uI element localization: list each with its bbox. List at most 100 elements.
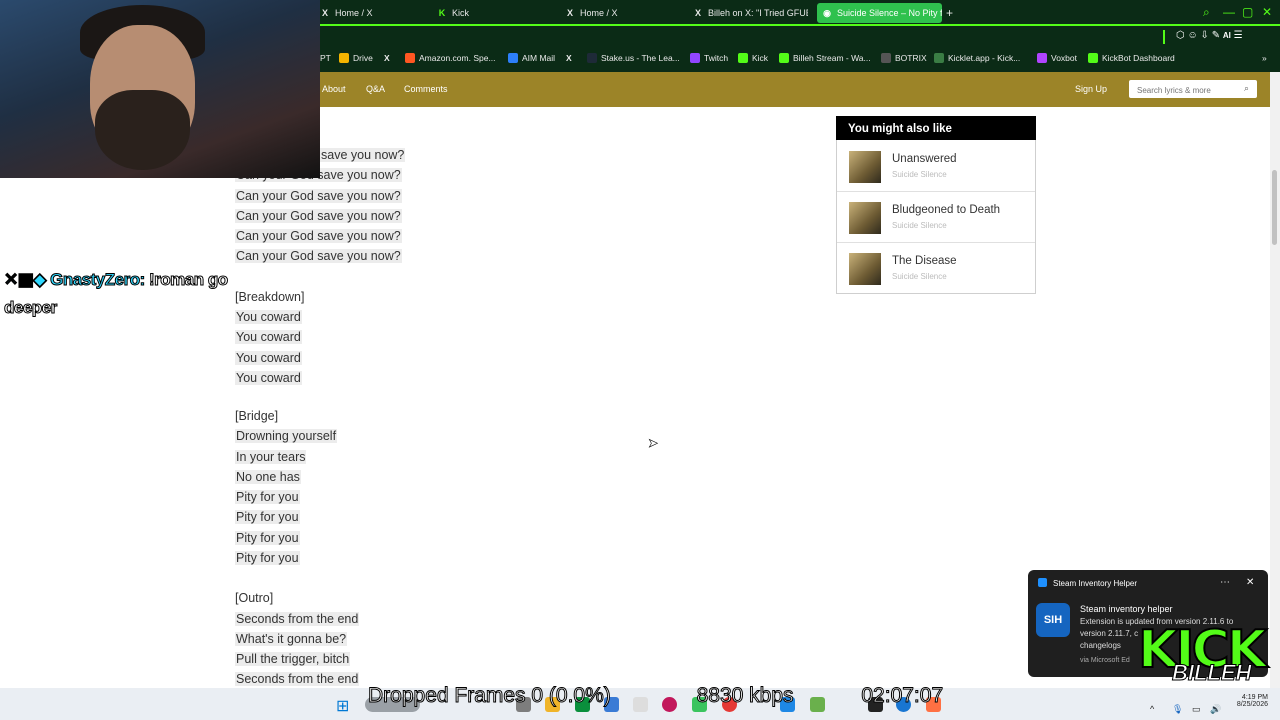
- sih-logo: SIH: [1036, 603, 1070, 637]
- bookmark-amazon[interactable]: Amazon.com. Spe...: [405, 53, 496, 63]
- bookmark-stake[interactable]: Stake.us - The Lea...: [587, 53, 680, 63]
- chat-username: GnastyZero:: [50, 270, 146, 290]
- close-icon[interactable]: ✕: [1246, 577, 1254, 588]
- lyrics-section-header: [Breakdown]: [235, 290, 305, 304]
- bookmark-twitch[interactable]: Twitch: [690, 53, 728, 63]
- search-box[interactable]: ⌕: [1129, 80, 1257, 100]
- lyric-line[interactable]: What's it gonna be?: [235, 632, 348, 646]
- bookmark-pt[interactable]: PT: [320, 53, 331, 63]
- bookmarks-overflow-icon[interactable]: »: [1262, 53, 1267, 63]
- start-icon[interactable]: ⊞: [336, 696, 349, 716]
- bookmark-drive[interactable]: Drive: [339, 53, 373, 63]
- lyric-line[interactable]: Pity for you: [235, 490, 300, 504]
- stake-icon: [587, 53, 597, 63]
- clock[interactable]: 4:19 PM 8/25/2026: [1230, 694, 1268, 708]
- tab-home-x-1[interactable]: X Home / X: [320, 3, 425, 23]
- song-artist: Suicide Silence: [892, 272, 947, 281]
- notification-title: Steam inventory helper: [1080, 604, 1173, 614]
- new-tab-button[interactable]: +: [946, 3, 960, 23]
- bitrate: 8830 kbps: [696, 684, 794, 708]
- more-options-icon[interactable]: ⋯: [1220, 577, 1230, 588]
- lyric-line[interactable]: Drowning yourself: [235, 429, 338, 443]
- chat-overlay: ✕▦◆ GnastyZero: !roman go deeper: [3, 266, 228, 322]
- lyric-line[interactable]: Seconds from the end: [235, 612, 360, 626]
- lyric-line[interactable]: You coward: [235, 330, 302, 344]
- song-artist: Suicide Silence: [892, 170, 947, 179]
- tab-active-lyrics[interactable]: ◉ Suicide Silence – No Pity f: [817, 3, 942, 23]
- bookmark-kicklet[interactable]: Kicklet.app - Kick...: [934, 53, 1020, 63]
- lyric-line[interactable]: Pity for you: [235, 551, 300, 565]
- download-icon[interactable]: ⇩: [1201, 30, 1209, 41]
- pen-icon[interactable]: ✎: [1212, 30, 1220, 41]
- app-icon: [1038, 578, 1047, 587]
- webcam-streamer: [95, 90, 190, 170]
- search-icon[interactable]: ⌕: [1244, 83, 1249, 94]
- bookmark-x-2[interactable]: X: [566, 53, 572, 63]
- recommendation-item[interactable]: Bludgeoned to Death Suicide Silence: [837, 192, 1035, 243]
- lyric-line[interactable]: You coward: [235, 351, 302, 365]
- network-icon[interactable]: ▭: [1192, 704, 1201, 715]
- bookmark-billeh-stream[interactable]: Billeh Stream - Wa...: [779, 53, 871, 63]
- lyric-line[interactable]: Can your God save you now?: [235, 249, 402, 263]
- x-logo-icon: X: [321, 8, 328, 18]
- recommendations-heading: You might also like: [836, 116, 1036, 140]
- lyric-line[interactable]: Can your God save you now?: [235, 189, 402, 203]
- chat-badges-icon: ✕▦◆: [3, 270, 51, 290]
- album-thumbnail: [849, 151, 881, 183]
- uptime: 02:07:07: [861, 684, 944, 708]
- drive-icon: [339, 53, 349, 63]
- tab-home-x-2[interactable]: X Home / X: [565, 3, 680, 23]
- lyric-line[interactable]: Pull the trigger, bitch: [235, 652, 351, 666]
- tab-billeh-x[interactable]: X Billeh on X: "I Tried GFUEL: [693, 3, 808, 23]
- mic-icon[interactable]: 🎙: [1172, 704, 1183, 715]
- lyric-line[interactable]: Can your God save you now?: [235, 209, 402, 223]
- toolbar-icons[interactable]: ⬡ ☺ ⇩ ✎ AI ☰: [1176, 30, 1243, 41]
- notification-source: via Microsoft Ed: [1080, 657, 1130, 664]
- bookmark-botrix[interactable]: BOTRIX: [881, 53, 927, 63]
- bookmark-kickbot[interactable]: KickBot Dashboard: [1088, 53, 1175, 63]
- bookmark-voxbot[interactable]: Voxbot: [1037, 53, 1077, 63]
- signup-link[interactable]: Sign Up: [1075, 84, 1107, 94]
- volume-icon[interactable]: 🔊: [1210, 704, 1221, 715]
- bookmark-kick[interactable]: Kick: [738, 53, 768, 63]
- recommendation-item[interactable]: Unanswered Suicide Silence: [837, 141, 1035, 192]
- nav-about[interactable]: About: [322, 84, 346, 94]
- ai-button[interactable]: AI: [1223, 31, 1231, 40]
- lyric-line[interactable]: Pity for you: [235, 510, 300, 524]
- lyric-line[interactable]: Pity for you: [235, 531, 300, 545]
- lyric-line[interactable]: No one has: [235, 470, 301, 484]
- nav-qa[interactable]: Q&A: [366, 84, 385, 94]
- lyric-line[interactable]: In your tears: [235, 450, 307, 464]
- page-scrollbar[interactable]: [1270, 72, 1280, 688]
- tab-kick[interactable]: K Kick: [437, 3, 552, 23]
- stream-stats-overlay: Dropped Frames 0 (0.0%) 8830 kbps 02:07:…: [368, 684, 944, 708]
- scrollbar-thumb[interactable]: [1272, 170, 1277, 245]
- menu-icon[interactable]: ☰: [1234, 30, 1243, 41]
- profile-icon[interactable]: ☺: [1188, 30, 1198, 41]
- mouse-cursor-icon: ➤: [648, 436, 659, 451]
- twitch-icon: [690, 53, 700, 63]
- maximize-icon[interactable]: ▢: [1242, 5, 1253, 19]
- lyric-line[interactable]: Can your God save you now?: [235, 229, 402, 243]
- voxbot-icon: [1037, 53, 1047, 63]
- close-window-icon[interactable]: ✕: [1262, 5, 1272, 19]
- nav-comments[interactable]: Comments: [404, 84, 448, 94]
- album-thumbnail: [849, 253, 881, 285]
- lyric-line[interactable]: You coward: [235, 371, 302, 385]
- tray-chevron-icon[interactable]: ^: [1150, 704, 1154, 714]
- search-tabs-icon[interactable]: ⌕: [1203, 5, 1210, 20]
- minimize-icon[interactable]: —: [1223, 5, 1235, 19]
- kickbot-icon: [1088, 53, 1098, 63]
- song-title: The Disease: [892, 255, 957, 267]
- extensions-icon[interactable]: ⬡: [1176, 30, 1185, 41]
- bookmark-aim-mail[interactable]: AIM Mail: [508, 53, 555, 63]
- song-artist: Suicide Silence: [892, 221, 947, 230]
- recommendation-item[interactable]: The Disease Suicide Silence: [837, 243, 1035, 293]
- album-thumbnail: [849, 202, 881, 234]
- search-input[interactable]: [1129, 81, 1237, 100]
- lyrics-section-header: [Outro]: [235, 591, 274, 605]
- lyric-line[interactable]: Seconds from the end: [235, 672, 360, 686]
- lyric-line[interactable]: save you now?: [320, 148, 406, 162]
- lyric-line[interactable]: You coward: [235, 310, 302, 324]
- bookmark-x[interactable]: X: [384, 53, 390, 63]
